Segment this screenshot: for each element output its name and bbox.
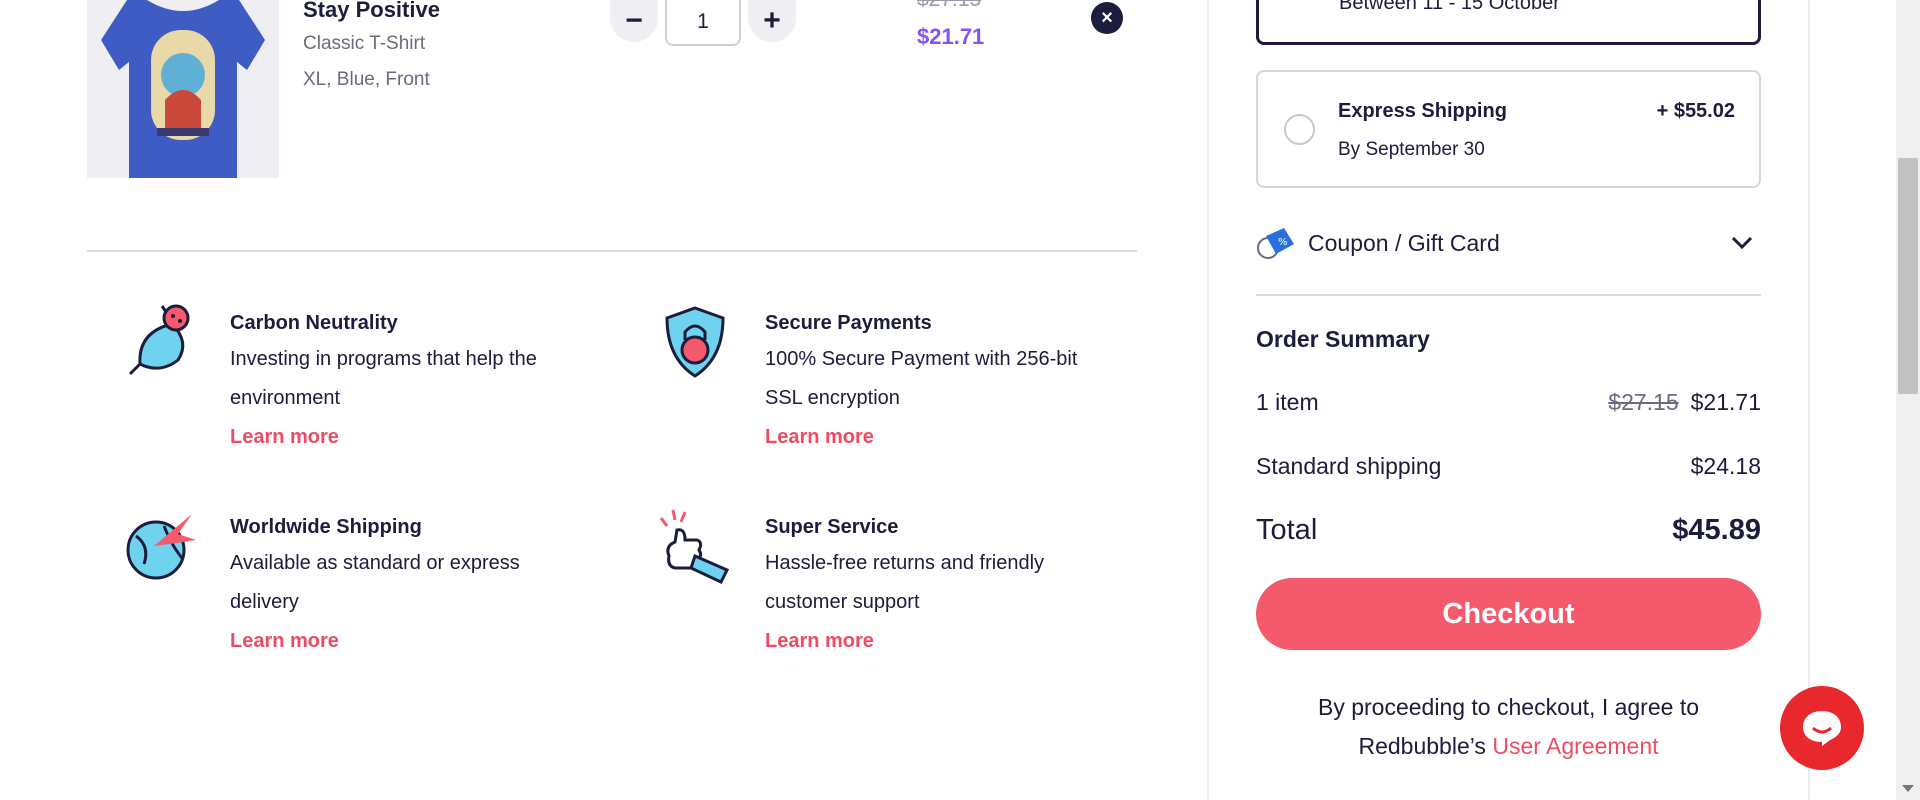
feature-description-line: SSL encryption: [765, 387, 900, 409]
product-type: Classic T-Shirt: [303, 33, 426, 54]
learn-more-link[interactable]: Learn more: [230, 622, 339, 661]
summary-shipping-label: Standard shipping: [1256, 453, 1442, 479]
learn-more-link[interactable]: Learn more: [230, 418, 339, 457]
agreement-line: By proceeding to checkout, I agree to: [1317, 694, 1700, 720]
feature-worldwide-shipping: Worldwide Shipping Available as standard…: [126, 510, 670, 661]
summary-items-value: $27.15 $21.71: [1608, 389, 1761, 416]
item-sale-price: $21.71: [917, 24, 985, 49]
feature-title: Secure Payments: [765, 312, 932, 334]
quantity-input[interactable]: 1: [665, 0, 741, 46]
feature-title: Super Service: [765, 516, 899, 538]
shield-lock-icon: [665, 306, 725, 378]
feature-description-line: delivery: [230, 591, 299, 613]
summary-items-new-price: $21.71: [1690, 389, 1761, 415]
scroll-down-arrow-icon[interactable]: [1902, 785, 1914, 792]
coupon-tag-icon: %: [1257, 228, 1294, 259]
learn-more-link[interactable]: Learn more: [765, 418, 874, 457]
page-scrollbar[interactable]: [1896, 0, 1920, 800]
feature-super-service: Super Service Hassle-free returns and fr…: [659, 509, 1205, 661]
product-title[interactable]: Stay Positive: [303, 0, 440, 23]
feature-description-line: customer support: [765, 591, 920, 613]
summary-total-value: $45.89: [1672, 514, 1761, 546]
feature-description-line: 100% Secure Payment with 256-bit: [765, 348, 1078, 370]
agreement-line: Redbubble’s User Agreement: [1256, 727, 1761, 766]
feature-description: Investing in programs that help the envi…: [230, 340, 670, 418]
section-divider: [87, 250, 1137, 252]
chat-bubble-icon: [1803, 711, 1841, 746]
product-options: XL, Blue, Front: [303, 69, 430, 90]
feature-title: Carbon Neutrality: [230, 312, 398, 334]
summary-shipping-row: Standard shipping $24.18: [1256, 453, 1761, 480]
feature-description-line: Investing in programs that help the: [230, 348, 537, 370]
tshirt-icon: [87, 0, 279, 178]
feature-description: Available as standard or express deliver…: [230, 544, 670, 622]
summary-shipping-value: $24.18: [1690, 453, 1761, 479]
standard-shipping-option[interactable]: Between 11 - 15 October: [1256, 0, 1761, 45]
coupon-label: Coupon / Gift Card: [1308, 230, 1500, 256]
agreement-prefix: Redbubble’s: [1358, 733, 1486, 759]
coupon-gift-card-toggle[interactable]: % Coupon / Gift Card: [1256, 222, 1761, 272]
chat-button[interactable]: [1780, 686, 1864, 770]
express-shipping-radio[interactable]: [1284, 114, 1315, 145]
remove-item-button[interactable]: ×: [1091, 2, 1123, 34]
scrollbar-thumb[interactable]: [1898, 158, 1918, 394]
feature-secure-payments: Secure Payments 100% Secure Payment with…: [665, 306, 1205, 457]
product-image[interactable]: [87, 0, 279, 178]
increase-quantity-button[interactable]: +: [748, 0, 796, 42]
express-shipping-title: Express Shipping: [1338, 100, 1507, 122]
express-shipping-price: + $55.02: [1656, 100, 1735, 122]
svg-text:%: %: [1278, 237, 1288, 248]
panel-separator: [1808, 0, 1810, 800]
user-agreement-link[interactable]: User Agreement: [1492, 733, 1658, 759]
summary-total-label: Total: [1256, 514, 1318, 546]
learn-more-link[interactable]: Learn more: [765, 622, 874, 661]
summary-items-label: 1 item: [1256, 389, 1319, 415]
globe-plane-icon: [126, 514, 196, 580]
summary-items-row: 1 item $27.15 $21.71: [1256, 389, 1761, 416]
feature-description: Hassle-free returns and friendly custome…: [765, 544, 1205, 622]
summary-items-old-price: $27.15: [1608, 389, 1679, 415]
decrease-quantity-button[interactable]: −: [610, 0, 658, 42]
feature-carbon-neutrality: Carbon Neutrality Investing in programs …: [128, 304, 670, 457]
feature-description-line: environment: [230, 387, 341, 409]
standard-shipping-dates: Between 11 - 15 October: [1339, 0, 1560, 14]
close-icon: ×: [1101, 6, 1113, 29]
feature-description: 100% Secure Payment with 256-bit SSL enc…: [765, 340, 1205, 418]
panel-divider: [1256, 294, 1761, 296]
checkout-button[interactable]: Checkout: [1256, 578, 1761, 650]
item-original-price: $27.15: [917, 0, 981, 12]
panel-separator: [1207, 0, 1209, 800]
feature-title: Worldwide Shipping: [230, 516, 422, 538]
express-shipping-date: By September 30: [1338, 139, 1485, 160]
order-summary-title: Order Summary: [1256, 326, 1430, 352]
user-agreement-notice: By proceeding to checkout, I agree to Re…: [1256, 688, 1761, 766]
leaf-ladybug-icon: [128, 304, 190, 376]
express-shipping-option[interactable]: Express Shipping + $55.02 By September 3…: [1256, 70, 1761, 188]
chevron-down-icon: [1731, 236, 1753, 250]
feature-description-line: Hassle-free returns and friendly: [765, 552, 1045, 574]
summary-total-row: Total $45.89: [1256, 514, 1761, 547]
feature-description-line: Available as standard or express: [230, 552, 520, 574]
thumbs-up-icon: [659, 509, 730, 584]
